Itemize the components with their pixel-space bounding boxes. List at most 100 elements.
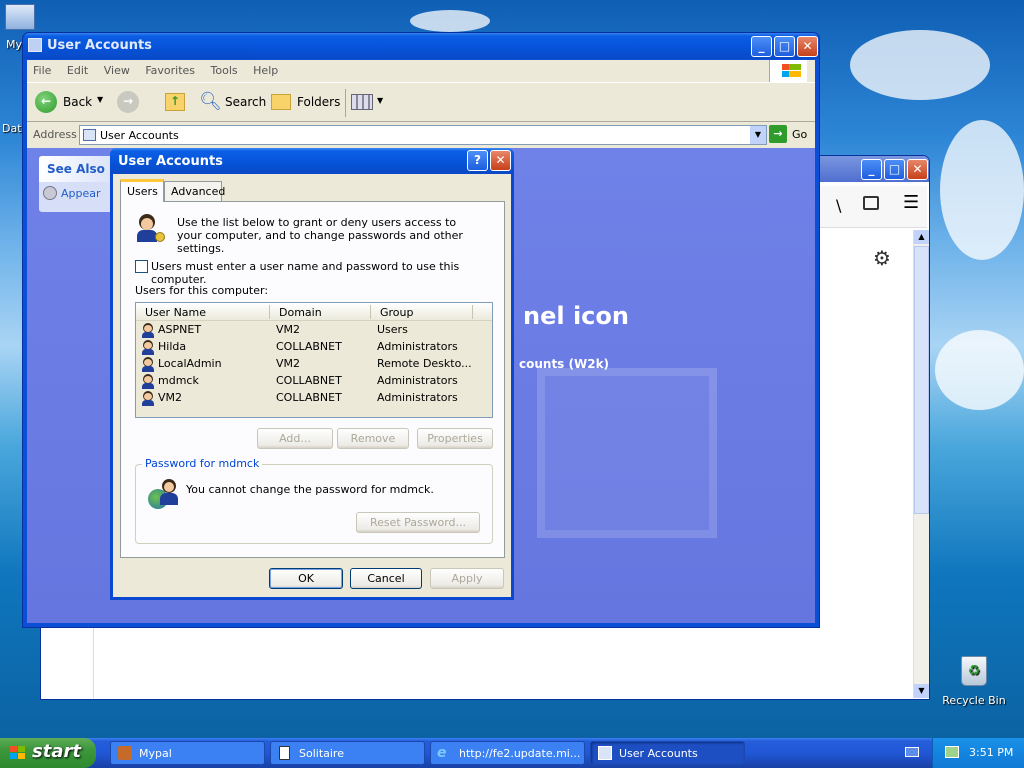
address-dropdown-icon[interactable]: ▼ xyxy=(750,126,766,144)
user-icon xyxy=(141,374,156,389)
column-group[interactable]: Group xyxy=(380,306,414,319)
clock[interactable]: 3:51 PM xyxy=(969,746,1013,759)
vertical-scrollbar[interactable]: ▲ ▼ xyxy=(913,230,929,698)
remove-user-button[interactable]: Remove xyxy=(337,428,409,449)
properties-button[interactable]: Properties xyxy=(417,428,493,449)
appearance-icon xyxy=(43,186,57,200)
browser-content-divider xyxy=(93,626,94,698)
user-icon xyxy=(141,357,156,372)
user-accounts-dialog[interactable]: User Accounts ? ✕ Users Advanced Use the… xyxy=(110,148,514,600)
explorer-title: User Accounts xyxy=(47,38,152,53)
settings-gear-icon[interactable]: ⚙ xyxy=(873,246,891,270)
user-icon xyxy=(141,340,156,355)
address-folder-icon xyxy=(83,129,96,141)
domain-cell: VM2 xyxy=(276,357,301,370)
maximize-button[interactable]: □ xyxy=(884,159,905,180)
ok-button[interactable]: OK xyxy=(269,568,343,589)
cloud xyxy=(410,10,490,32)
users-list-label: Users for this computer: xyxy=(135,284,269,297)
tab-advanced[interactable]: Advanced xyxy=(164,181,225,201)
folders-button[interactable]: Folders xyxy=(271,91,341,115)
address-field[interactable]: User Accounts ▼ xyxy=(79,125,767,145)
require-password-checkbox[interactable] xyxy=(135,260,148,273)
background-heading: nel icon xyxy=(523,302,629,330)
user-icon xyxy=(141,391,156,406)
desktop-icon-recycle-bin[interactable]: ♻ Recycle Bin xyxy=(940,656,1008,707)
explorer-toolbar: ← Back ▼ → ↑ 🔍︎ Search Folders ▼ xyxy=(27,82,815,122)
minimize-button[interactable]: _ xyxy=(861,159,882,180)
start-button[interactable]: start xyxy=(0,738,96,768)
keyboard-language-icon[interactable] xyxy=(905,747,919,757)
windows-flag-icon xyxy=(10,746,26,760)
help-button[interactable]: ? xyxy=(467,150,488,171)
desktop-icon-my-computer[interactable]: My xyxy=(0,0,40,51)
sidebar-icon[interactable] xyxy=(863,196,879,210)
back-button[interactable]: ← Back ▼ xyxy=(35,91,105,115)
column-domain[interactable]: Domain xyxy=(279,306,322,319)
minimize-button[interactable]: _ xyxy=(751,36,772,57)
table-row[interactable]: VM2 COLLABNET Administrators xyxy=(136,389,492,406)
views-button[interactable]: ▼ xyxy=(351,91,387,115)
cloud xyxy=(935,330,1024,410)
dialog-close-button[interactable]: ✕ xyxy=(490,150,511,171)
reader-view-icon[interactable]: \ xyxy=(836,196,841,215)
cancel-button[interactable]: Cancel xyxy=(350,568,422,589)
table-row[interactable]: LocalAdmin VM2 Remote Deskto... xyxy=(136,355,492,372)
taskbar-item-internet-explorer[interactable]: e http://fe2.update.mi... xyxy=(430,741,585,765)
require-password-label[interactable]: Users must enter a user name and passwor… xyxy=(151,260,504,286)
menu-bar: File Edit View Favorites Tools Help xyxy=(27,60,815,82)
table-row[interactable]: ASPNET VM2 Users xyxy=(136,321,492,338)
users-listview[interactable]: User Name Domain Group ASPNET VM2 Users Hil… xyxy=(135,302,493,418)
apply-button[interactable]: Apply xyxy=(430,568,504,589)
system-tray: 3:51 PM xyxy=(932,738,1024,768)
dialog-titlebar[interactable]: User Accounts xyxy=(110,148,514,174)
search-icon: 🔍︎ xyxy=(199,91,222,112)
up-folder-button[interactable]: ↑ xyxy=(165,91,189,115)
search-button[interactable]: 🔍︎ Search xyxy=(199,91,266,115)
taskbar-item-mypal[interactable]: Mypal xyxy=(110,741,265,765)
menu-icon[interactable]: ☰ xyxy=(903,192,919,213)
taskbar-item-user-accounts[interactable]: User Accounts xyxy=(590,741,745,765)
password-message: You cannot change the password for mdmck… xyxy=(186,483,434,496)
password-globe-user-icon xyxy=(148,479,182,513)
back-arrow-icon: ← xyxy=(35,91,57,113)
table-row[interactable]: mdmck COLLABNET Administrators xyxy=(136,372,492,389)
maximize-button[interactable]: □ xyxy=(774,36,795,57)
close-button[interactable]: ✕ xyxy=(797,36,818,57)
user-name-cell: LocalAdmin xyxy=(158,357,222,370)
scroll-down-arrow[interactable]: ▼ xyxy=(914,684,929,698)
add-user-button[interactable]: Add... xyxy=(257,428,333,449)
scroll-thumb[interactable] xyxy=(914,246,929,514)
menu-help[interactable]: Help xyxy=(247,60,284,77)
menu-view[interactable]: View xyxy=(98,60,136,77)
forward-button[interactable]: → xyxy=(117,91,153,115)
close-button[interactable]: ✕ xyxy=(907,159,928,180)
address-bar: Address User Accounts ▼ → Go xyxy=(27,122,815,148)
reset-password-button[interactable]: Reset Password... xyxy=(356,512,480,533)
internet-explorer-icon: e xyxy=(437,745,447,761)
menu-edit[interactable]: Edit xyxy=(61,60,94,77)
go-button[interactable]: → Go xyxy=(769,125,813,145)
network-tray-icon[interactable] xyxy=(945,746,959,758)
users-tab-panel: Use the list below to grant or deny user… xyxy=(120,201,505,558)
taskbar-item-solitaire[interactable]: Solitaire xyxy=(270,741,425,765)
user-accounts-task-icon xyxy=(598,746,612,760)
toolbar-separator xyxy=(345,89,346,117)
column-user-name[interactable]: User Name xyxy=(145,306,206,319)
menu-file[interactable]: File xyxy=(27,60,57,77)
table-row[interactable]: Hilda COLLABNET Administrators xyxy=(136,338,492,355)
domain-cell: COLLABNET xyxy=(276,391,342,404)
password-group-label: Password for mdmck xyxy=(142,457,263,470)
back-dropdown-icon[interactable]: ▼ xyxy=(97,95,103,104)
explorer-titlebar[interactable]: User Accounts xyxy=(23,33,819,59)
menu-tools[interactable]: Tools xyxy=(205,60,244,77)
tab-users[interactable]: Users xyxy=(120,179,164,202)
folders-icon xyxy=(271,94,291,110)
dialog-title: User Accounts xyxy=(118,154,223,169)
solitaire-icon xyxy=(279,746,290,760)
menu-favorites[interactable]: Favorites xyxy=(139,60,201,77)
domain-cell: COLLABNET xyxy=(276,374,342,387)
watermark-checkbox xyxy=(537,368,717,538)
scroll-up-arrow[interactable]: ▲ xyxy=(914,230,929,244)
cloud xyxy=(940,120,1024,260)
